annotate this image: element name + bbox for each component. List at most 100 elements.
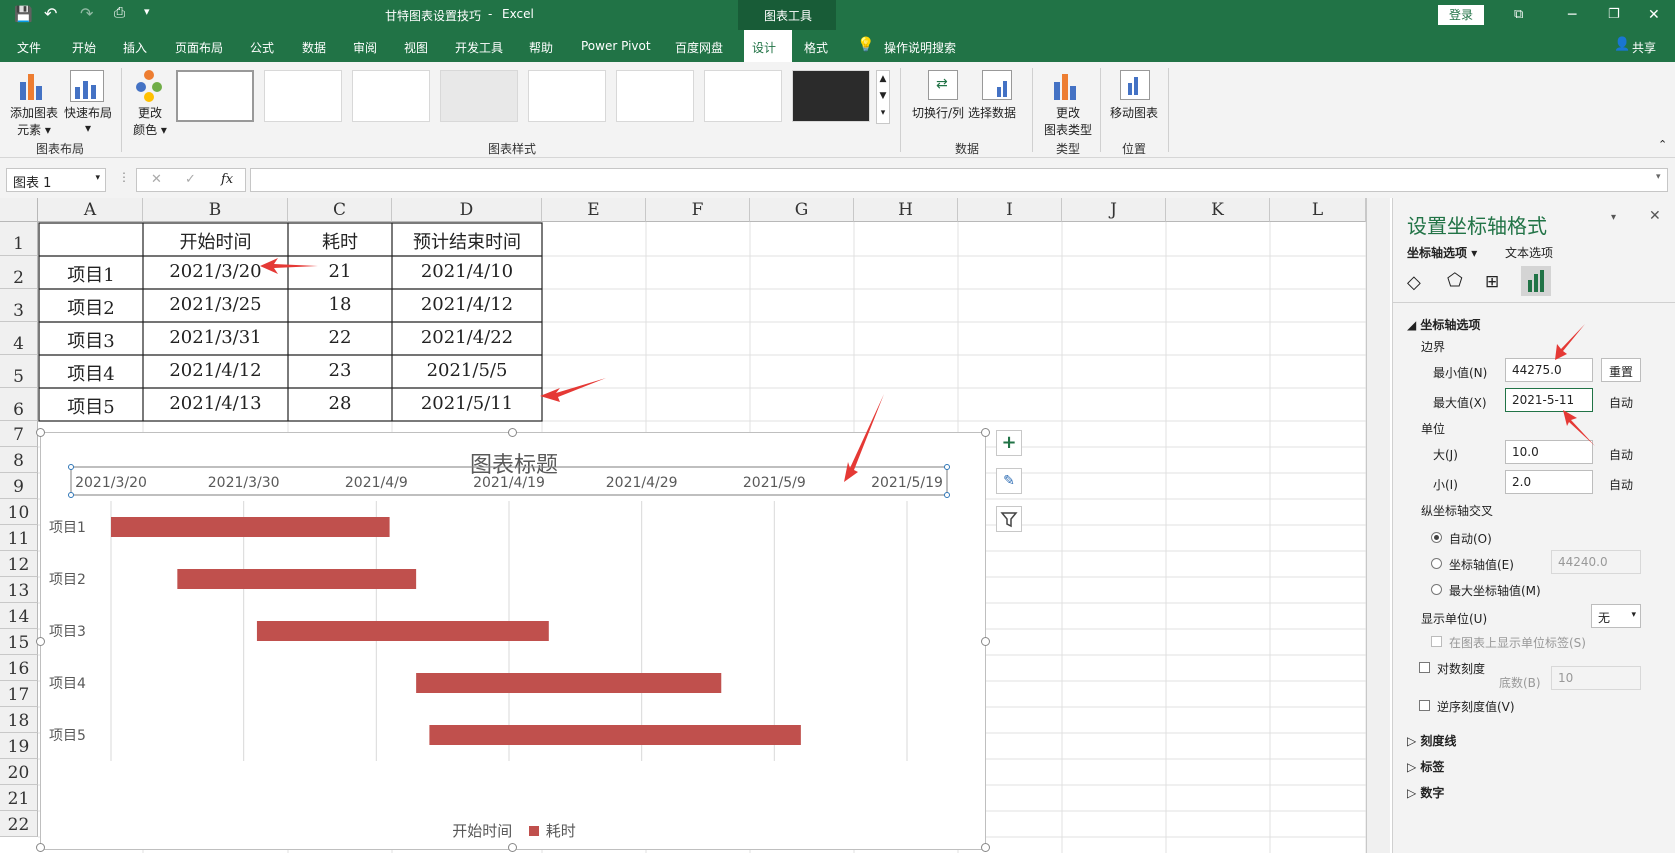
chart-style-8[interactable] — [792, 70, 870, 122]
change-colors-button[interactable]: 更改 颜色 ▾ — [126, 104, 174, 138]
share-button[interactable]: 共享 — [1632, 39, 1656, 56]
row-header[interactable]: 12 — [0, 551, 38, 577]
axis-options-icon[interactable] — [1521, 266, 1551, 296]
gantt-bar[interactable] — [111, 517, 390, 537]
add-chart-element-button[interactable]: 添加图表 元素 ▾ — [6, 104, 62, 138]
resize-handle[interactable] — [36, 428, 45, 437]
gantt-chart[interactable]: 图表标题 2021/3/20 2021/3/30 2021/4/9 2021/4/19… — [40, 432, 986, 850]
column-header[interactable]: A — [38, 198, 143, 222]
tab-power-pivot[interactable]: Power Pivot — [581, 39, 651, 53]
row-header[interactable]: 15 — [0, 629, 38, 655]
row-header[interactable]: 20 — [0, 759, 38, 785]
section-labels[interactable]: ▷ 标签 — [1407, 758, 1444, 775]
tab-developer[interactable]: 开发工具 — [455, 39, 503, 56]
cell-C5[interactable]: 23 — [288, 360, 392, 381]
resize-handle[interactable] — [508, 428, 517, 437]
tab-file[interactable]: 文件 — [17, 39, 41, 56]
insert-function-icon[interactable]: fx — [221, 172, 233, 187]
row-header[interactable]: 6 — [0, 388, 38, 421]
column-header[interactable]: I — [958, 198, 1062, 222]
resize-handle[interactable] — [36, 843, 45, 852]
cross-auto-label[interactable]: 自动(O) — [1449, 530, 1492, 547]
cross-auto-radio[interactable] — [1431, 532, 1442, 543]
resize-handle[interactable] — [981, 428, 990, 437]
tab-review[interactable]: 审阅 — [353, 39, 377, 56]
row-header[interactable]: 17 — [0, 681, 38, 707]
vertical-scrollbar[interactable] — [1366, 198, 1390, 853]
quick-layout-button[interactable]: 快速布局 ▾ — [62, 104, 114, 135]
row-header[interactable]: 3 — [0, 289, 38, 322]
tab-home[interactable]: 开始 — [72, 39, 96, 56]
select-data-button[interactable]: 选择数据 — [968, 104, 1016, 121]
column-header[interactable]: L — [1270, 198, 1366, 222]
enter-icon[interactable]: ✓ — [185, 172, 196, 187]
cell-A6[interactable]: 项目5 — [39, 393, 143, 419]
cell-B5[interactable]: 2021/4/12 — [143, 360, 288, 381]
minor-auto-label[interactable]: 自动 — [1609, 476, 1633, 493]
ribbon-display-icon[interactable]: ⧉ — [1514, 7, 1523, 22]
tab-axis-options[interactable]: 坐标轴选项 ▾ — [1407, 244, 1477, 261]
undo-icon[interactable]: ↶ — [44, 4, 57, 23]
minor-unit-input[interactable]: 2.0 — [1505, 470, 1593, 494]
cross-value-label[interactable]: 坐标轴值(E) — [1449, 556, 1514, 573]
row-header[interactable]: 10 — [0, 499, 38, 525]
change-chart-type-button[interactable]: 更改 图表类型 — [1040, 104, 1096, 138]
chart-style-4[interactable] — [440, 70, 518, 122]
row-header[interactable]: 5 — [0, 355, 38, 388]
tab-data[interactable]: 数据 — [302, 39, 326, 56]
panel-close-icon[interactable]: ✕ — [1649, 208, 1661, 224]
tab-formulas[interactable]: 公式 — [250, 39, 274, 56]
tab-design[interactable]: 设计 — [752, 39, 776, 56]
add-chart-element-icon[interactable] — [14, 70, 54, 104]
expand-formula-icon[interactable]: ▾ — [1656, 172, 1661, 182]
chart-elements-plus-icon[interactable]: + — [996, 430, 1022, 456]
row-header[interactable]: 18 — [0, 707, 38, 733]
tab-baidu-netdisk[interactable]: 百度网盘 — [675, 39, 723, 56]
cell-C1[interactable]: 耗时 — [288, 228, 392, 254]
fill-line-icon[interactable]: ◇ — [1407, 272, 1421, 293]
save-icon[interactable]: 💾 — [14, 5, 33, 23]
resize-handle[interactable] — [36, 637, 45, 646]
cell-C4[interactable]: 22 — [288, 327, 392, 348]
row-header[interactable]: 4 — [0, 322, 38, 355]
row-header[interactable]: 19 — [0, 733, 38, 759]
base-input[interactable]: 10 — [1551, 666, 1641, 690]
display-units-select[interactable]: 无 ▾ — [1591, 604, 1641, 628]
column-header[interactable]: J — [1062, 198, 1166, 222]
row-header[interactable]: 14 — [0, 603, 38, 629]
cell-C3[interactable]: 18 — [288, 294, 392, 315]
cell-A3[interactable]: 项目2 — [39, 294, 143, 320]
formula-input[interactable] — [250, 168, 1668, 192]
cross-value-input[interactable]: 44240.0 — [1551, 550, 1641, 574]
cell-D1[interactable]: 预计结束时间 — [392, 228, 542, 254]
cell-A2[interactable]: 项目1 — [39, 261, 143, 287]
chart-style-7[interactable] — [704, 70, 782, 122]
chart-filter-icon[interactable] — [996, 506, 1022, 532]
effects-icon[interactable]: ⬠ — [1447, 270, 1463, 291]
select-all-corner[interactable] — [0, 198, 38, 222]
column-header[interactable]: G — [750, 198, 854, 222]
row-header[interactable]: 2 — [0, 256, 38, 289]
tab-help[interactable]: 帮助 — [529, 39, 553, 56]
minimize-icon[interactable]: ─ — [1568, 7, 1576, 23]
print-preview-icon[interactable]: ⎙ — [114, 5, 125, 21]
name-box[interactable]: 图表 1 ▾ — [6, 168, 106, 192]
reverse-order-checkbox[interactable] — [1419, 700, 1430, 711]
show-units-checkbox[interactable] — [1431, 636, 1442, 647]
row-header[interactable]: 11 — [0, 525, 38, 551]
tab-view[interactable]: 视图 — [404, 39, 428, 56]
max-auto-label[interactable]: 自动 — [1609, 394, 1633, 411]
row-header[interactable]: 16 — [0, 655, 38, 681]
restore-icon[interactable]: ❐ — [1608, 7, 1620, 22]
row-header[interactable]: 1 — [0, 222, 38, 256]
row-header[interactable]: 7 — [0, 421, 38, 447]
select-data-icon[interactable] — [982, 70, 1012, 100]
tab-text-options[interactable]: 文本选项 — [1505, 244, 1553, 261]
cell-D4[interactable]: 2021/4/22 — [392, 327, 542, 348]
size-properties-icon[interactable]: ⊞ — [1485, 272, 1499, 292]
reset-min-button[interactable]: 重置 — [1601, 358, 1641, 382]
chart-plot[interactable]: 2021/3/20 2021/3/30 2021/4/9 2021/4/19 2021/… — [41, 433, 987, 851]
tab-insert[interactable]: 插入 — [123, 39, 147, 56]
column-header[interactable]: F — [646, 198, 750, 222]
log-scale-checkbox[interactable] — [1419, 662, 1430, 673]
